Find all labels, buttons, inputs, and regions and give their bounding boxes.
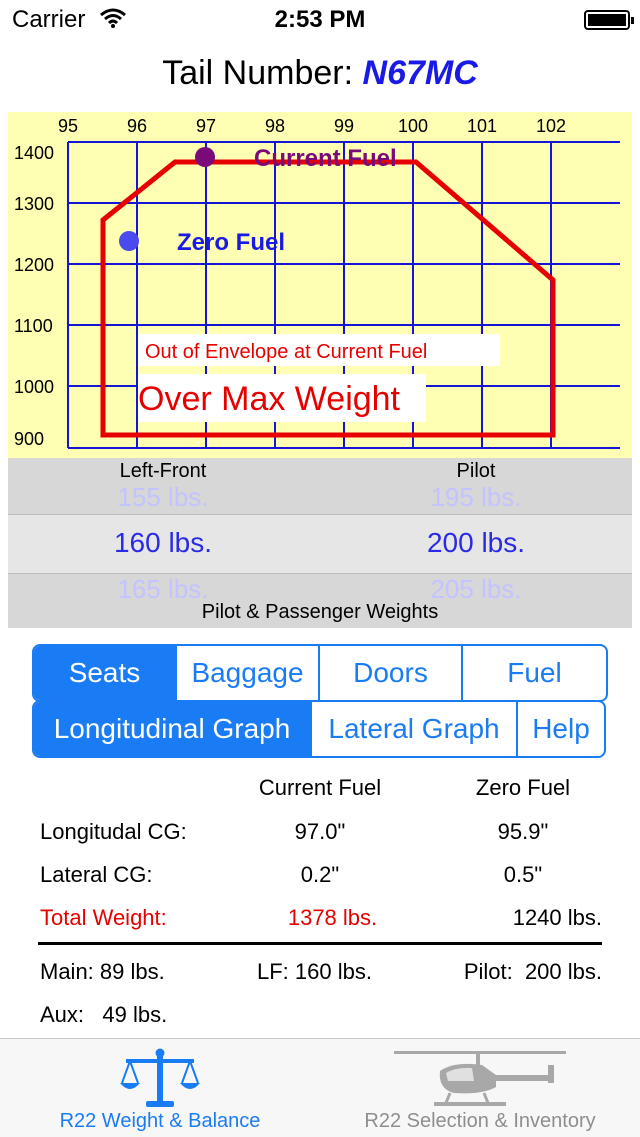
lateral-cg-current: 0.2": [300, 862, 340, 887]
battery-icon: [584, 10, 634, 30]
longitudinal-cg-label: Longitudal CG:: [40, 819, 187, 844]
tab-selection-inventory-label: R22 Selection & Inventory: [364, 1110, 596, 1132]
graph-segmented-control[interactable]: Longitudinal Graph Lateral Graph Help: [32, 700, 606, 758]
current-fuel-column-header: Current Fuel: [258, 775, 382, 800]
helicopter-icon: [394, 1051, 566, 1106]
lateral-cg-label: Lateral CG:: [40, 862, 153, 887]
cg-graph-svg: 95 96 97 98 99 100 101 102 1400 1300 120…: [14, 116, 620, 449]
left-front-header: Left-Front: [119, 460, 207, 482]
x-tick-label: 102: [536, 116, 566, 136]
x-tick-label: 96: [127, 116, 147, 136]
tab-weight-balance-label: R22 Weight & Balance: [59, 1110, 261, 1132]
x-tick-label: 100: [398, 116, 428, 136]
pilot-prev-value[interactable]: 195 lbs.: [326, 482, 626, 513]
cg-envelope-graph: 95 96 97 98 99 100 101 102 1400 1300 120…: [8, 112, 632, 458]
total-weight-zero: 1240 lbs.: [512, 905, 602, 930]
tab-doors[interactable]: Doors: [320, 646, 463, 700]
left-front-prev-value[interactable]: 155 lbs.: [13, 482, 313, 513]
clock: 2:53 PM: [274, 6, 366, 33]
total-weight-label: Total Weight:: [40, 905, 167, 930]
picker-caption: Pilot & Passenger Weights: [201, 601, 439, 623]
weight-warning: Over Max Weight: [138, 380, 401, 418]
current-fuel-label: Current Fuel: [254, 145, 397, 172]
lateral-cg-zero: 0.5": [503, 862, 543, 887]
tab-baggage[interactable]: Baggage: [177, 646, 320, 700]
y-tick-label: 1200: [14, 255, 54, 275]
zero-fuel-point: [119, 231, 139, 251]
y-tick-label: 900: [14, 429, 44, 449]
tab-longitudinal-graph[interactable]: Longitudinal Graph: [34, 702, 312, 756]
longitudinal-cg-zero: 95.9": [497, 819, 549, 844]
left-front-weight: LF: 160 lbs.: [257, 959, 372, 984]
y-tick-label: 1000: [14, 377, 54, 397]
tab-selection-inventory[interactable]: R22 Selection & Inventory: [320, 1039, 640, 1137]
x-tick-label: 95: [58, 116, 78, 136]
pilot-header: Pilot: [456, 460, 496, 482]
pilot-value[interactable]: 200 lbs.: [326, 527, 626, 559]
y-tick-label: 1400: [14, 143, 54, 163]
x-tick-label: 99: [334, 116, 354, 136]
tab-fuel[interactable]: Fuel: [463, 646, 606, 700]
tab-seats[interactable]: Seats: [34, 646, 177, 700]
tab-weight-balance[interactable]: R22 Weight & Balance: [0, 1039, 320, 1137]
divider: [38, 942, 602, 945]
tab-help[interactable]: Help: [518, 702, 604, 756]
total-weight-current: 1378 lbs.: [287, 905, 378, 930]
section-segmented-control[interactable]: Seats Baggage Doors Fuel: [32, 644, 608, 702]
status-bar: Carrier 2:53 PM: [0, 0, 640, 40]
balance-scale-icon: [120, 1048, 200, 1107]
zero-fuel-column-header: Zero Fuel: [475, 775, 571, 800]
tail-label: Tail Number:: [162, 54, 354, 92]
x-tick-label: 97: [196, 116, 216, 136]
y-tick-label: 1100: [14, 316, 53, 336]
zero-fuel-label: Zero Fuel: [177, 229, 285, 256]
x-tick-label: 98: [265, 116, 285, 136]
aux-fuel-value: Aux: 49 lbs.: [40, 1002, 168, 1027]
longitudinal-cg-current: 97.0": [294, 819, 346, 844]
y-tick-label: 1300: [14, 194, 54, 214]
envelope-warning: Out of Envelope at Current Fuel: [145, 341, 427, 363]
tab-lateral-graph[interactable]: Lateral Graph: [312, 702, 518, 756]
x-tick-label: 101: [467, 116, 497, 136]
current-fuel-point: [195, 147, 215, 167]
page-title: Tail Number: N67MC: [0, 54, 640, 93]
tab-bar: R22 Weight & Balance R22 Selection & Inv…: [0, 1038, 640, 1137]
weight-picker[interactable]: Left-Front Pilot 155 lbs. 195 lbs. 160 l…: [8, 458, 632, 628]
main-fuel-value: Main: 89 lbs.: [40, 959, 165, 984]
pilot-weight: Pilot: 200 lbs.: [463, 959, 602, 984]
tail-number: N67MC: [362, 54, 478, 92]
left-front-value[interactable]: 160 lbs.: [13, 527, 313, 559]
